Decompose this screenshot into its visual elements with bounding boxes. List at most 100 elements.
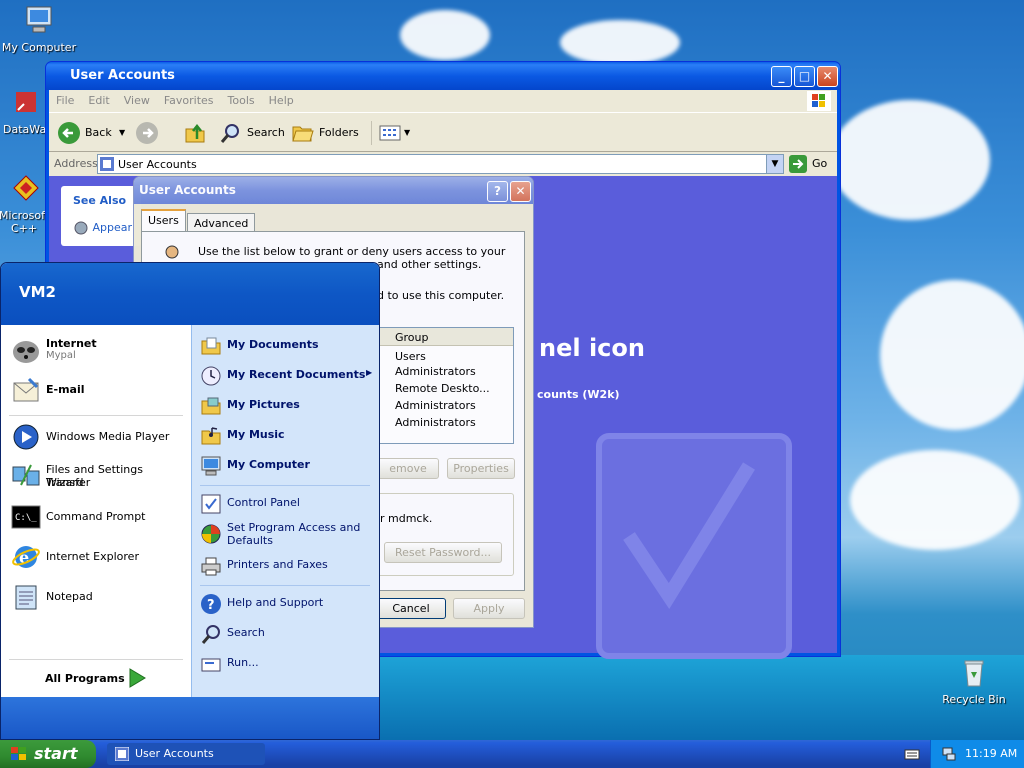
visual-cpp-icon [13, 175, 39, 201]
start-item-control-panel[interactable]: Control Panel [200, 491, 378, 517]
windows-logo-icon [11, 747, 26, 760]
folders-icon [292, 126, 314, 142]
search-icon [201, 625, 220, 644]
start-item-title: Internet Explorer [46, 550, 139, 563]
printer-icon [201, 557, 221, 576]
start-item-my-recent-documents[interactable]: My Recent Documents ▶ [200, 363, 378, 389]
mypal-icon [13, 341, 39, 363]
dialog-close-button[interactable]: ✕ [510, 181, 531, 202]
up-folder-button[interactable] [183, 121, 211, 145]
taskbar-item-user-accounts[interactable]: User Accounts [107, 743, 265, 765]
list-item[interactable]: Administrators [378, 397, 513, 414]
search-icon [220, 124, 239, 143]
minimize-button[interactable]: _ [771, 66, 792, 87]
group-header-label: Group [395, 331, 429, 344]
clock[interactable]: 11:19 AM [965, 747, 1017, 760]
dialog-description-3: d to use this computer. [377, 289, 505, 302]
see-also-appearance-link[interactable]: Appear [73, 220, 132, 236]
start-item-internet[interactable]: Internet Mypal [11, 335, 189, 367]
reset-password-button[interactable]: Reset Password... [384, 542, 502, 563]
run-icon [201, 658, 221, 672]
menu-file[interactable]: File [49, 90, 81, 111]
back-button[interactable]: Back ▼ [57, 121, 129, 145]
media-player-icon [13, 424, 39, 450]
list-item[interactable]: Users [378, 346, 513, 363]
desktop-icon-my-computer[interactable]: My Computer [0, 4, 78, 54]
start-button[interactable]: start [0, 740, 96, 768]
list-item[interactable]: Remote Deskto... [378, 380, 513, 397]
svg-text:?: ? [207, 598, 215, 613]
computer-icon [26, 6, 52, 33]
start-item-my-music[interactable]: My Music [200, 423, 378, 449]
start-item-label: My Recent Documents [227, 368, 366, 381]
menu-help[interactable]: Help [262, 90, 301, 111]
menu-tools[interactable]: Tools [221, 90, 262, 111]
start-menu-separator [200, 485, 370, 486]
start-item-title: Windows Media Player [46, 430, 170, 443]
menu-view[interactable]: View [117, 90, 157, 111]
email-icon [13, 377, 39, 402]
windows-logo-icon [807, 91, 831, 111]
see-also-title: See Also [73, 194, 127, 207]
start-item-title: Internet [46, 337, 97, 350]
chevron-down-icon: ▼ [404, 128, 411, 137]
menu-edit[interactable]: Edit [81, 90, 116, 111]
start-item-email[interactable]: E-mail [11, 375, 189, 407]
start-item-windows-media-player[interactable]: Windows Media Player [11, 421, 189, 453]
forward-button[interactable] [135, 121, 175, 145]
start-item-help-support[interactable]: ? Help and Support [200, 591, 378, 617]
folders-button[interactable]: Folders [291, 121, 361, 145]
explorer-titlebar[interactable]: User Accounts _ □ ✕ [46, 62, 840, 90]
start-item-my-pictures[interactable]: My Pictures [200, 393, 378, 419]
start-item-label: My Music [227, 428, 285, 441]
keyboard-icon[interactable] [904, 747, 920, 761]
start-item-run[interactable]: Run... [200, 651, 378, 677]
search-button[interactable]: Search [219, 121, 287, 145]
start-label: start [34, 744, 78, 763]
apply-button[interactable]: Apply [453, 598, 525, 619]
remove-label: emove [389, 462, 427, 475]
desktop-icon-recycle-bin[interactable]: Recycle Bin [935, 656, 1013, 706]
group-column-header[interactable]: Group [378, 328, 513, 346]
network-icon[interactable] [941, 746, 957, 762]
folders-label: Folders [319, 126, 359, 139]
watermark-icon [596, 433, 792, 659]
start-item-my-documents[interactable]: My Documents [200, 333, 378, 359]
address-input[interactable]: User Accounts ▼ [97, 154, 784, 174]
properties-label: Properties [453, 462, 509, 475]
cancel-button[interactable]: Cancel [376, 598, 446, 619]
go-label: Go [812, 157, 828, 170]
users-list[interactable]: Group Users Administrators Remote Deskto… [377, 327, 514, 444]
remove-button[interactable]: emove [377, 458, 439, 479]
tab-users[interactable]: Users [141, 209, 186, 232]
start-item-set-program-access[interactable]: Set Program Access and Defaults [200, 521, 378, 555]
properties-button[interactable]: Properties [447, 458, 515, 479]
desktop-icon-label: Recycle Bin [942, 693, 1006, 706]
menu-favorites[interactable]: Favorites [157, 90, 221, 111]
start-item-my-computer[interactable]: My Computer [200, 453, 378, 479]
all-programs-button[interactable]: All Programs [45, 665, 155, 693]
start-item-files-settings-transfer[interactable]: Files and Settings Transfer Wizard [11, 459, 189, 491]
start-item-notepad[interactable]: Notepad [11, 581, 189, 613]
start-item-internet-explorer[interactable]: e Internet Explorer [11, 541, 189, 573]
dialog-titlebar[interactable]: User Accounts ? ✕ [134, 177, 533, 204]
control-panel-icon [115, 747, 129, 761]
list-item[interactable]: Administrators [378, 363, 513, 380]
folder-pictures-icon [201, 397, 221, 415]
start-item-label: Help and Support [227, 596, 324, 609]
window-title: User Accounts [70, 68, 175, 83]
start-item-printers-faxes[interactable]: Printers and Faxes [200, 553, 378, 579]
recent-documents-icon [201, 366, 221, 386]
system-tray: 11:19 AM [930, 740, 1024, 768]
address-dropdown-button[interactable]: ▼ [766, 155, 783, 173]
views-button[interactable]: ▼ [371, 121, 411, 145]
dialog-description-1: Use the list below to grant or deny user… [198, 245, 506, 258]
toolbar: Back ▼ Search Folders ▼ [49, 112, 837, 152]
start-item-command-prompt[interactable]: C:\_ Command Prompt [11, 501, 189, 533]
start-item-search[interactable]: Search [200, 621, 378, 647]
close-button[interactable]: ✕ [817, 66, 838, 87]
list-item[interactable]: Administrators [378, 414, 513, 431]
go-button[interactable]: Go [789, 155, 833, 173]
help-button[interactable]: ? [487, 181, 508, 202]
maximize-button[interactable]: □ [794, 66, 815, 87]
